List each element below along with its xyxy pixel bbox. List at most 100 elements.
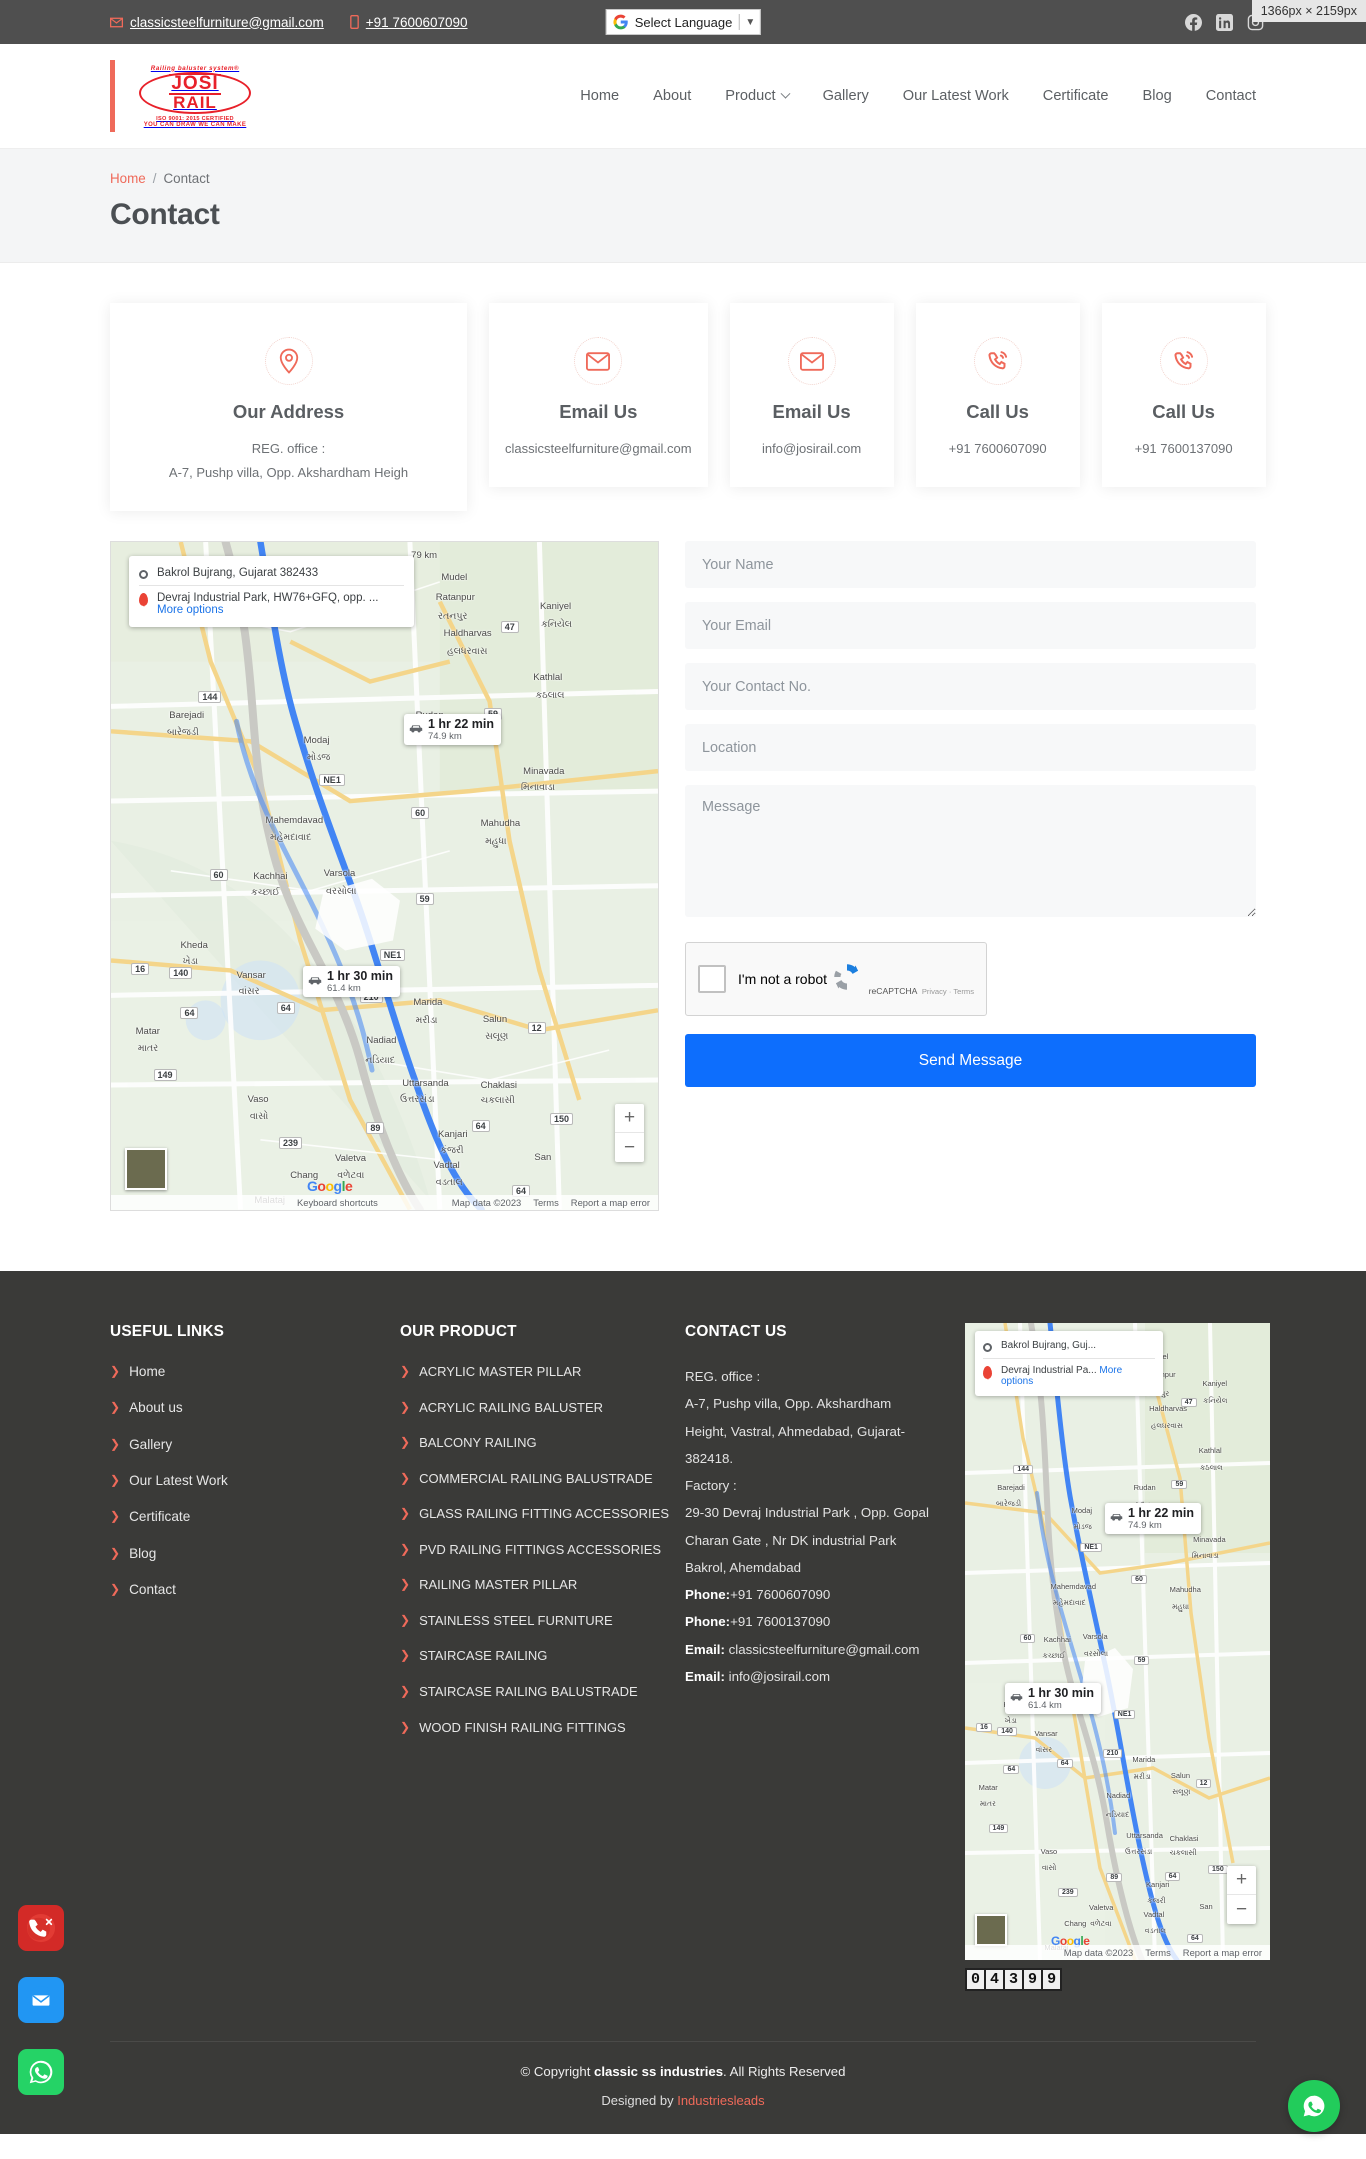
phone-missed-icon[interactable] xyxy=(18,1905,64,1951)
nav-item-certificate[interactable]: Certificate xyxy=(1026,78,1126,114)
site-footer: USEFUL LINKS ❯ Home ❯ About us ❯ Gallery ❯ Our … xyxy=(0,1271,1366,2135)
map-label: Valetva xyxy=(1089,1903,1114,1913)
site-logo[interactable]: Railing baluster system® JOSI RAIL ISO 9… xyxy=(110,60,259,132)
recaptcha-checkbox[interactable] xyxy=(698,965,726,994)
map-label: Salun xyxy=(482,1014,508,1026)
location-input[interactable] xyxy=(685,724,1256,772)
zoom-out-button[interactable]: − xyxy=(615,1133,644,1162)
nav-item-our-latest-work[interactable]: Our Latest Work xyxy=(886,78,1026,114)
map-terms-link[interactable]: Terms xyxy=(1145,1947,1171,1958)
name-input[interactable] xyxy=(685,541,1256,589)
route-badge-2[interactable]: 1 hr 30 min 61.4 km xyxy=(1005,1683,1101,1715)
send-message-button[interactable]: Send Message xyxy=(685,1034,1256,1088)
chevron-down-icon[interactable]: ▼ xyxy=(745,17,755,28)
email-input[interactable] xyxy=(685,602,1256,650)
breadcrumb-home[interactable]: Home xyxy=(110,171,146,186)
footer-product-link-1[interactable]: ACRYLIC RAILING BALUSTER xyxy=(419,1399,603,1417)
zoom-in-button[interactable]: + xyxy=(1227,1866,1256,1896)
card-title: Email Us xyxy=(772,401,851,422)
topbar-email-link[interactable]: classicsteelfurniture@gmail.com xyxy=(110,15,324,30)
footer-product-link-6[interactable]: RAILING MASTER PILLAR xyxy=(419,1576,577,1594)
nav-item-blog[interactable]: Blog xyxy=(1125,78,1188,114)
list-item: ❯ Home xyxy=(110,1363,400,1381)
map-footer-bar: Map data ©2023 Terms Report a map error xyxy=(965,1945,1270,1961)
map-label: Salun xyxy=(1170,1771,1191,1781)
zoom-out-button[interactable]: − xyxy=(1227,1895,1256,1924)
select-language-dropdown[interactable]: Select Language ▼ xyxy=(605,9,761,35)
footer-product-link-7[interactable]: STAINLESS STEEL FURNITURE xyxy=(419,1612,613,1630)
facebook-icon[interactable] xyxy=(1185,13,1202,31)
google-map-footer[interactable]: MudelRatanpurરતનપુર79 kmKaniyelકનિયેલHal… xyxy=(965,1323,1270,1961)
card-title: Our Address xyxy=(232,401,345,422)
footer-link-4[interactable]: Certificate xyxy=(129,1508,190,1526)
map-label: Chang xyxy=(1064,1919,1087,1929)
destination-pin-icon xyxy=(139,593,148,608)
keyboard-shortcuts-link[interactable]: Keyboard shortcuts xyxy=(111,1197,378,1208)
mail-icon[interactable] xyxy=(18,1977,64,2023)
nav-item-gallery[interactable]: Gallery xyxy=(806,78,886,114)
route-badge-2[interactable]: 1 hr 30 min 61.4 km xyxy=(303,966,400,998)
map-and-form-section: Mudel Ratanpur રતનપુર 79 km Kaniyel કનિયેલ Hal… xyxy=(0,511,1366,1271)
map-label: મોડજ xyxy=(307,751,331,763)
message-textarea[interactable] xyxy=(685,785,1256,918)
google-map-main[interactable]: Mudel Ratanpur રતનપુર 79 km Kaniyel કનિયેલ Hal… xyxy=(110,541,659,1212)
breadcrumb: Home / Contact xyxy=(110,171,1256,186)
route-badge-1[interactable]: 1 hr 22 min 74.9 km xyxy=(1105,1503,1201,1535)
footer-product-link-10[interactable]: WOOD FINISH RAILING FITTINGS xyxy=(419,1719,626,1737)
more-options-link[interactable]: More options xyxy=(157,604,223,616)
footer-link-5[interactable]: Blog xyxy=(129,1545,156,1563)
nav-label: Certificate xyxy=(1042,88,1109,104)
footer-product-link-0[interactable]: ACRYLIC MASTER PILLAR xyxy=(419,1363,581,1381)
nav-item-home[interactable]: Home xyxy=(563,78,636,114)
footer-link-6[interactable]: Contact xyxy=(129,1581,176,1599)
map-label: મિનાવાડા xyxy=(1191,1551,1219,1561)
topbar-phone-link[interactable]: +91 7600607090 xyxy=(349,15,468,30)
footer-link-1[interactable]: About us xyxy=(129,1399,183,1417)
map-label: Mahemdavad xyxy=(265,815,324,827)
zoom-in-button[interactable]: + xyxy=(615,1104,644,1134)
directions-card[interactable]: Bakrol Bujrang, Guj... Devraj Industrial… xyxy=(975,1331,1163,1397)
contact-number-input[interactable] xyxy=(685,663,1256,711)
main-navigation: Home About Product Gallery Our Latest Wo… xyxy=(563,78,1256,114)
direction-origin-row[interactable]: Bakrol Bujrang, Guj... xyxy=(983,1337,1155,1355)
footer-product-link-3[interactable]: COMMERCIAL RAILING BALUSTRADE xyxy=(419,1470,653,1488)
direction-origin-row[interactable]: Bakrol Bujrang, Gujarat 382433 xyxy=(139,564,404,582)
designer-link[interactable]: Industriesleads xyxy=(677,2093,764,2108)
whatsapp-icon[interactable] xyxy=(18,2049,64,2095)
footer-product-link-8[interactable]: STAIRCASE RAILING xyxy=(419,1647,547,1665)
footer-email-2-value[interactable]: info@josirail.com xyxy=(729,1669,830,1684)
nav-item-product[interactable]: Product xyxy=(708,78,805,114)
route-badge-1[interactable]: 1 hr 22 min 74.9 km xyxy=(404,714,501,746)
footer-product-link-4[interactable]: GLASS RAILING FITTING ACCESSORIES xyxy=(419,1505,669,1523)
footer-link-2[interactable]: Gallery xyxy=(129,1436,172,1454)
footer-product-link-2[interactable]: BALCONY RAILING xyxy=(419,1434,537,1452)
map-label: 150 xyxy=(550,1113,574,1126)
recaptcha-widget[interactable]: I'm not a robot reCAPTCHA Privacy · Term… xyxy=(685,942,987,1017)
recaptcha-privacy-terms[interactable]: Privacy · Terms xyxy=(922,987,974,996)
linkedin-icon[interactable] xyxy=(1216,13,1233,31)
map-report-link[interactable]: Report a map error xyxy=(571,1197,650,1208)
map-street-view-thumb[interactable] xyxy=(975,1914,1007,1947)
map-report-link[interactable]: Report a map error xyxy=(1183,1947,1262,1958)
select-language-label: Select Language xyxy=(634,14,733,30)
map-label: Mudel xyxy=(441,572,468,584)
footer-email-1-value[interactable]: classicsteelfurniture@gmail.com xyxy=(729,1642,920,1657)
nav-item-about[interactable]: About xyxy=(636,78,708,114)
map-terms-link[interactable]: Terms xyxy=(533,1197,559,1208)
footer-product-link-5[interactable]: PVD RAILING FITTINGS ACCESSORIES xyxy=(419,1541,661,1559)
direction-destination-row[interactable]: Devraj Industrial Pa... More options xyxy=(983,1358,1155,1390)
nav-item-contact[interactable]: Contact xyxy=(1189,78,1256,114)
directions-card[interactable]: Bakrol Bujrang, Gujarat 382433 Devraj In… xyxy=(129,556,414,628)
chevron-right-icon: ❯ xyxy=(110,1473,121,1488)
direction-destination-row[interactable]: Devraj Industrial Park, HW76+GFQ, opp. .… xyxy=(139,585,404,619)
map-label: 150 xyxy=(1208,1865,1228,1875)
map-street-view-thumb[interactable] xyxy=(125,1148,167,1191)
whatsapp-chat-icon[interactable] xyxy=(1288,2080,1340,2132)
footer-product-link-9[interactable]: STAIRCASE RAILING BALUSTRADE xyxy=(419,1683,638,1701)
map-label: વાંસર xyxy=(1035,1744,1053,1754)
map-label: NE1 xyxy=(379,949,406,962)
footer-link-3[interactable]: Our Latest Work xyxy=(129,1472,228,1490)
footer-link-0[interactable]: Home xyxy=(129,1363,165,1381)
map-label: 59 xyxy=(1133,1655,1150,1665)
map-label: કનિયેલ xyxy=(1203,1396,1228,1406)
